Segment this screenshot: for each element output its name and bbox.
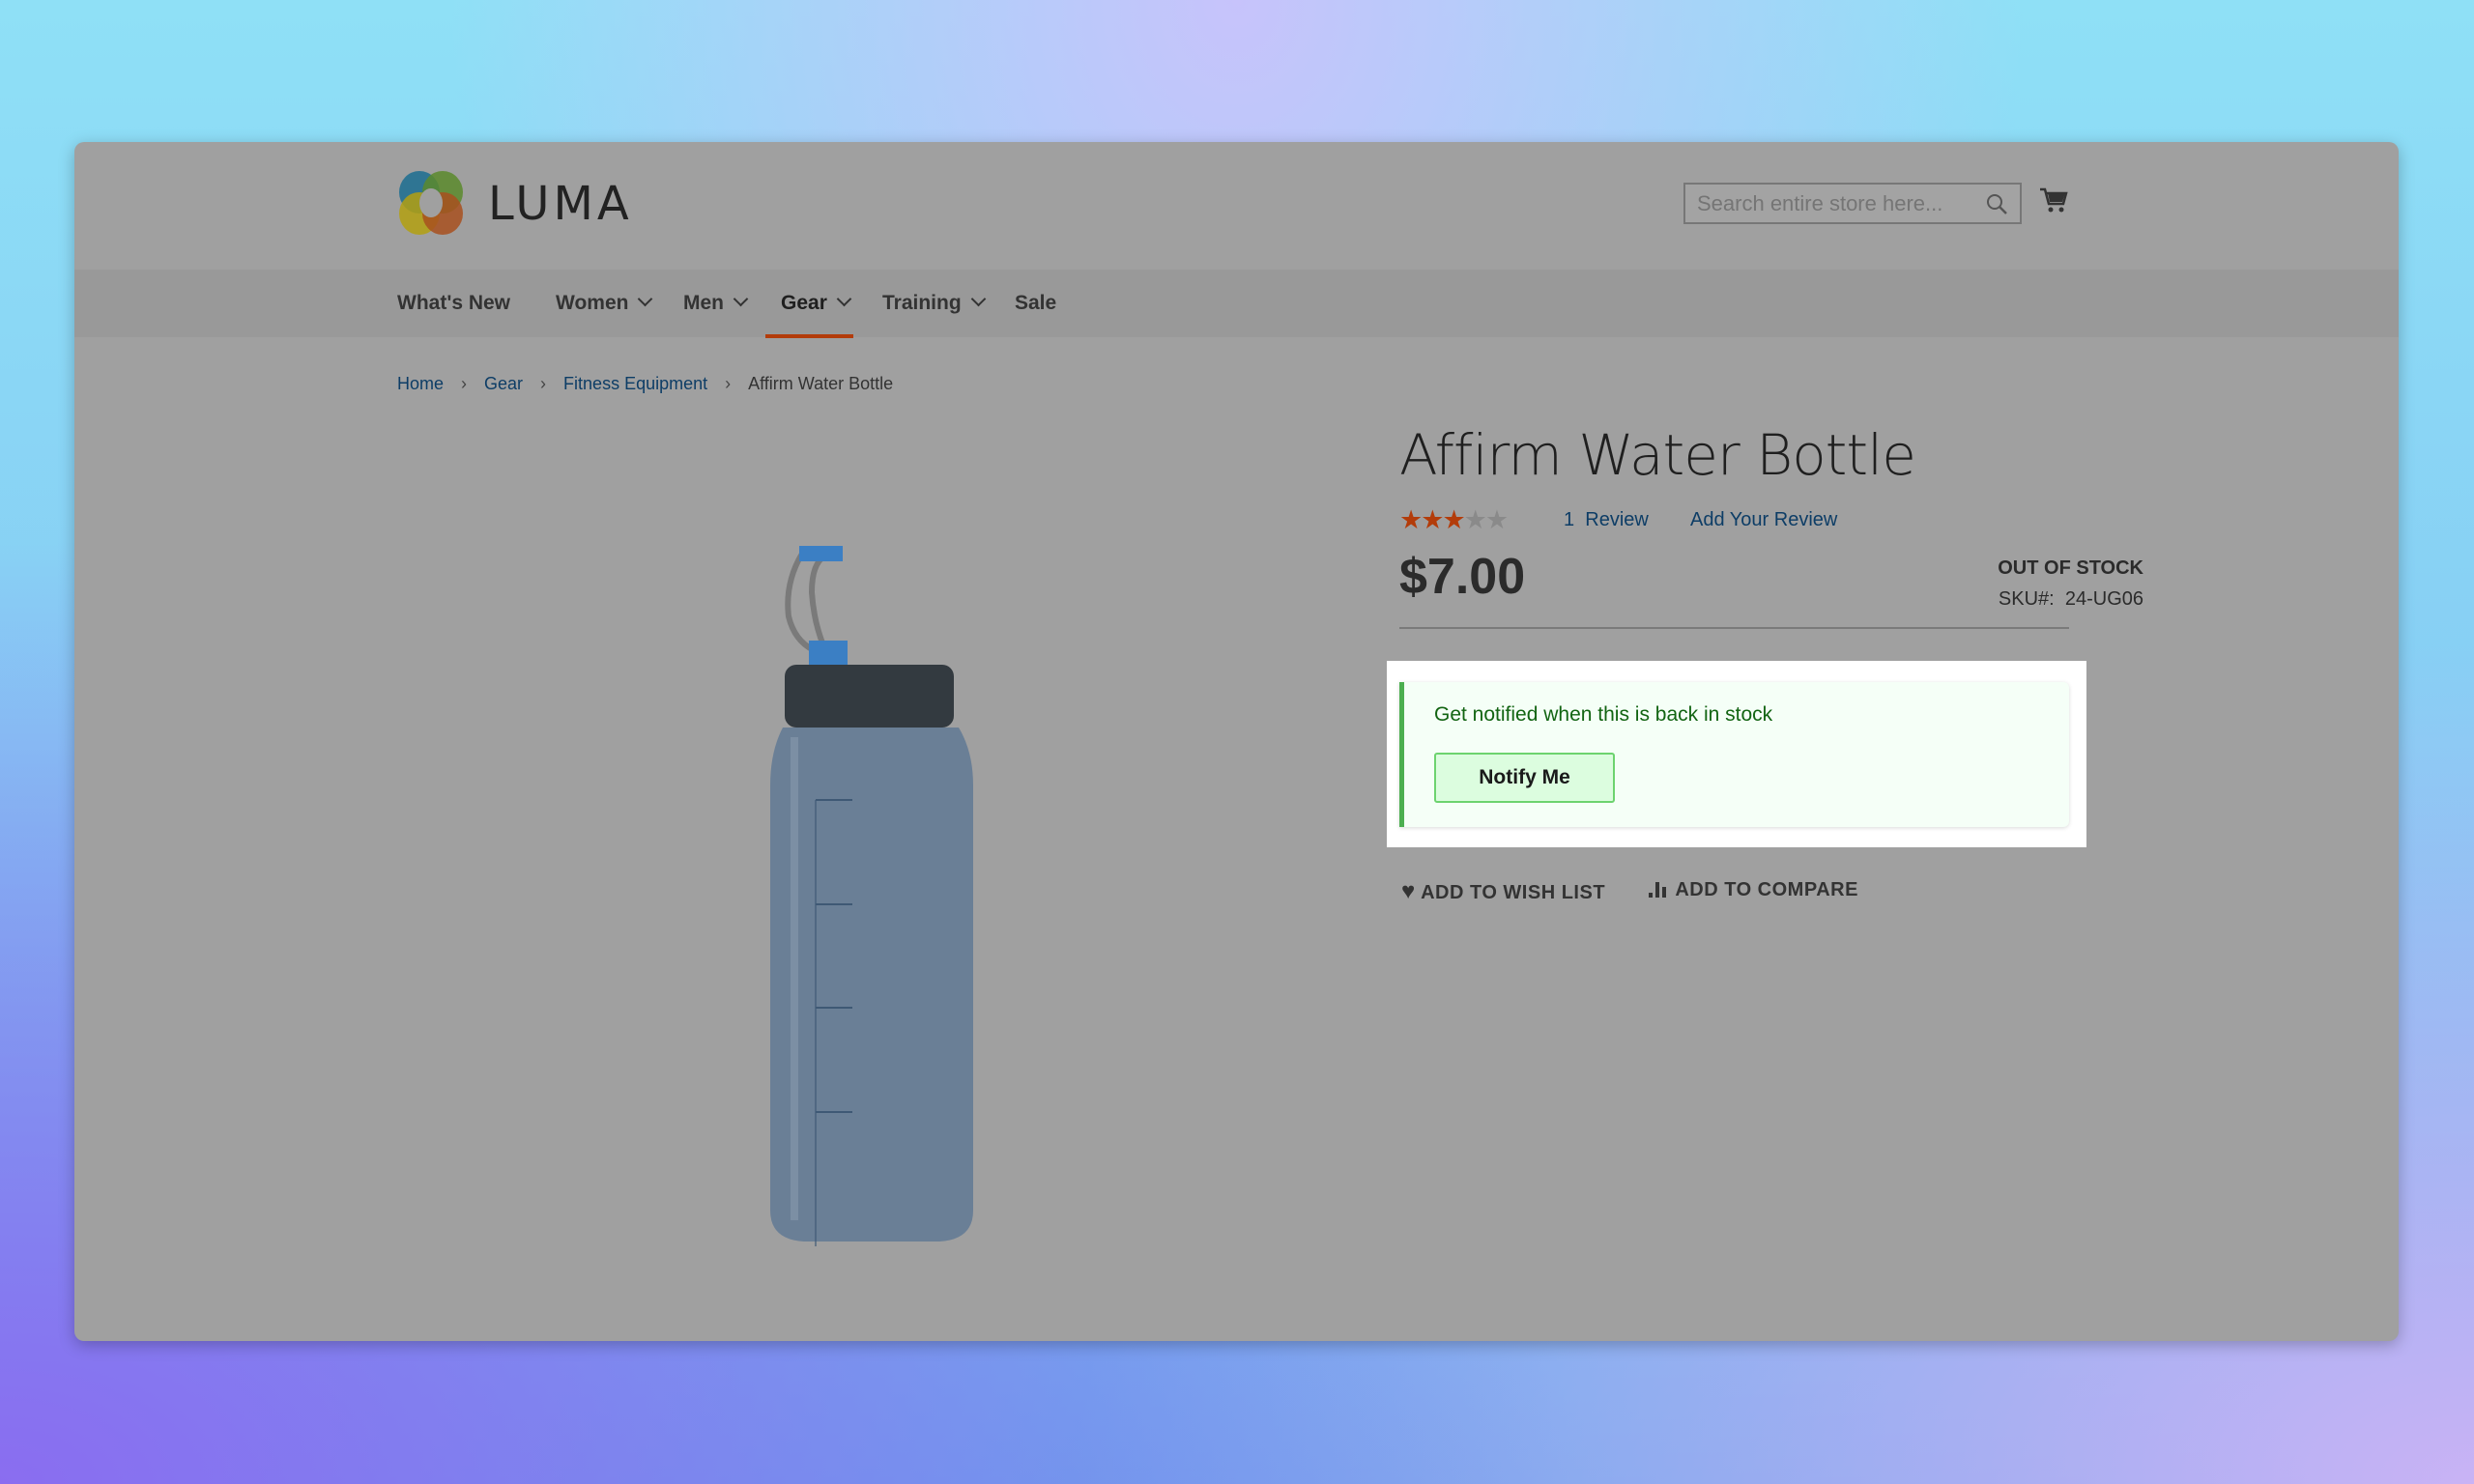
add-review-link[interactable]: Add Your Review [1690,509,1837,531]
chevron-down-icon [638,291,653,307]
add-to-compare-link[interactable]: ADD TO COMPARE [1649,878,1858,901]
bar-chart-icon [1649,880,1670,898]
sku-value: 24-UG06 [2064,588,2143,610]
star-filled-icon: ★ [1399,505,1423,534]
nav-label: Training [882,292,962,314]
active-nav-indicator [765,334,853,338]
site-header: LUMA [74,142,2399,270]
reviews-link[interactable]: 1 Review [1564,509,1649,531]
search-input[interactable] [1683,183,2022,224]
browser-window: LUMA What's New Women Men Gear Training … [74,142,2399,1341]
nav-training[interactable]: Training [882,270,986,337]
nav-label: Sale [1015,292,1057,314]
star-empty-icon: ★ [1484,505,1509,534]
nav-label: Women [556,292,629,314]
breadcrumb: Home › Gear › Fitness Equipment › Affirm Water… [397,374,893,394]
nav-women[interactable]: Women [556,270,653,337]
stock-notify-box: Get notified when this is back in stock … [1399,682,2069,827]
review-label: Review [1585,509,1649,530]
rating-stars[interactable]: ★★★★★ [1399,505,1509,535]
sku: SKU#: 24-UG06 [1999,588,2143,611]
chevron-right-icon: › [461,374,468,393]
star-filled-icon: ★ [1421,505,1444,534]
search-icon[interactable] [1985,192,2008,215]
chevron-down-icon [970,291,986,307]
breadcrumb-fitness-equipment[interactable]: Fitness Equipment [563,374,707,393]
chevron-down-icon [836,291,852,307]
breadcrumb-current: Affirm Water Bottle [748,374,894,393]
nav-label: Men [683,292,724,314]
breadcrumb-gear[interactable]: Gear [484,374,523,393]
nav-label: Gear [781,292,827,314]
logo-text: LUMA [488,177,633,231]
chevron-down-icon [733,291,749,307]
wishlist-label: ADD TO WISH LIST [1421,882,1606,903]
logo-icon [399,171,463,235]
luma-logo[interactable] [397,169,465,237]
stock-status: OUT OF STOCK [1998,557,2143,579]
cart-icon[interactable] [2039,186,2068,214]
chevron-right-icon: › [540,374,547,393]
divider [1399,627,2069,629]
main-nav: What's New Women Men Gear Training Sale [74,270,2399,337]
nav-whats-new[interactable]: What's New [397,270,510,337]
notify-me-button[interactable]: Notify Me [1434,753,1615,803]
sku-label: SKU#: [1998,588,2055,610]
product-image[interactable] [765,544,982,1259]
chevron-right-icon: › [725,374,732,393]
star-empty-icon: ★ [1463,505,1487,534]
product-price: $7.00 [1399,549,1526,605]
product-title: Affirm Water Bottle [1399,422,1916,488]
nav-label: What's New [397,292,511,314]
star-filled-icon: ★ [1442,505,1465,534]
notify-message: Get notified when this is back in stock [1434,703,1773,726]
heart-icon: ♥ [1401,878,1416,904]
review-count: 1 [1564,509,1575,530]
add-to-wishlist-link[interactable]: ♥ ADD TO WISH LIST [1401,878,1605,905]
nav-men[interactable]: Men [683,270,749,337]
nav-gear[interactable]: Gear [781,270,852,337]
breadcrumb-home[interactable]: Home [397,374,444,393]
compare-label: ADD TO COMPARE [1675,879,1858,900]
nav-sale[interactable]: Sale [1015,270,1056,337]
